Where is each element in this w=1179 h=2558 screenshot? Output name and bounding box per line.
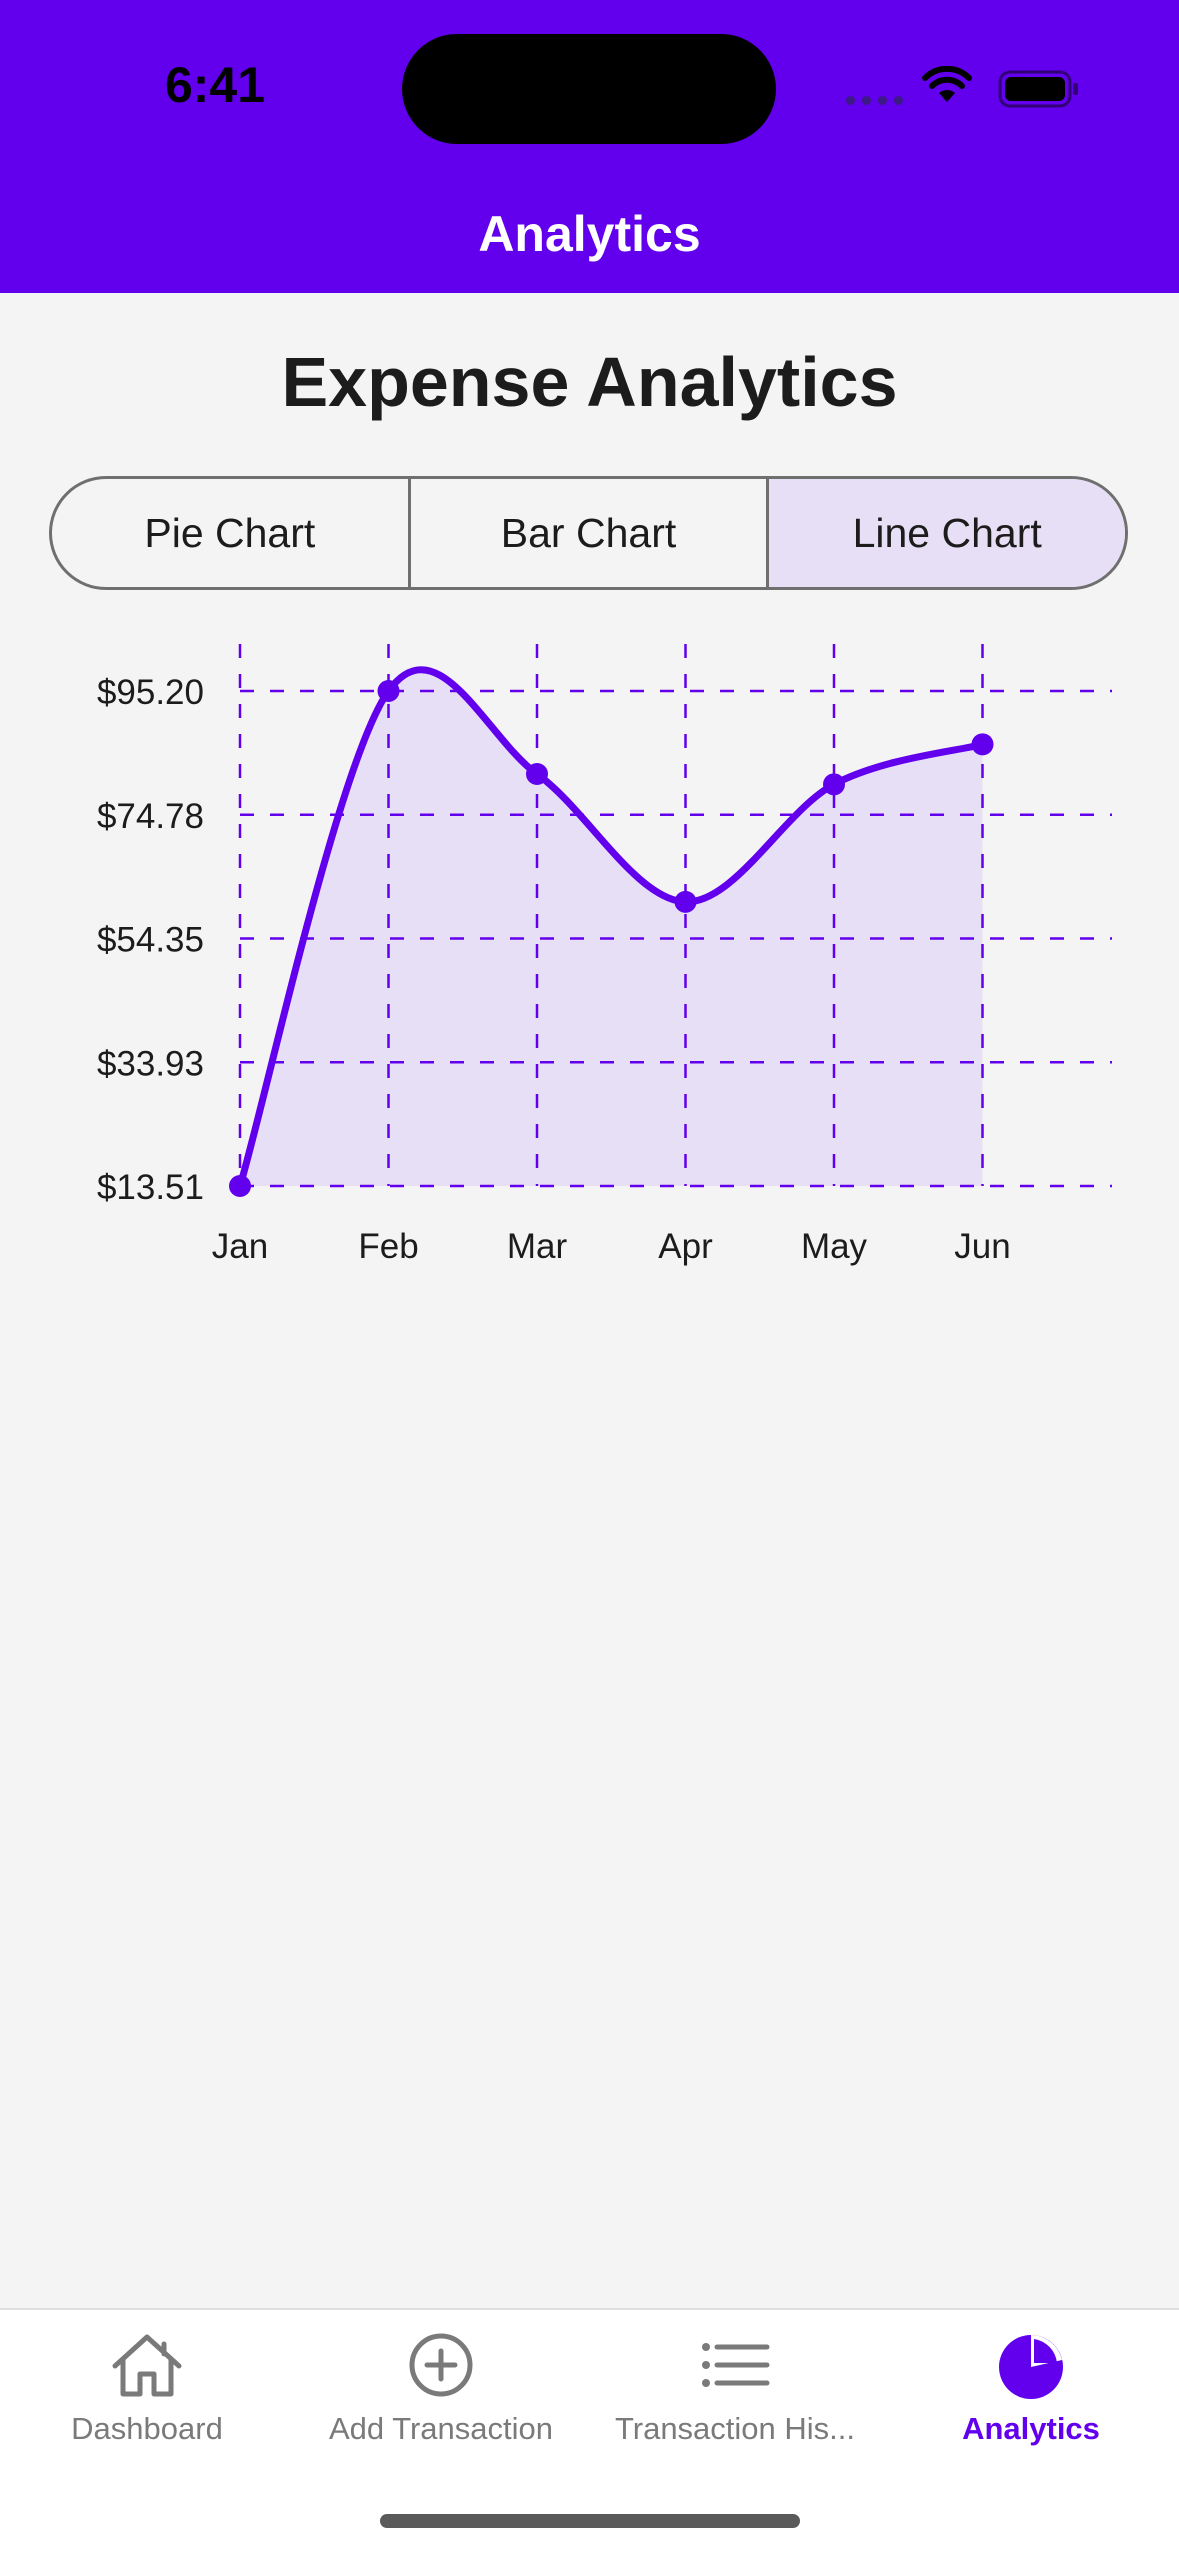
page-title: Expense Analytics (281, 343, 898, 421)
x-tick-label: Apr (658, 1227, 713, 1266)
pie-chart-icon (999, 2335, 1063, 2399)
x-tick-label: Feb (358, 1227, 418, 1266)
home-indicator (380, 2514, 800, 2528)
tab-dashboard[interactable]: Dashboard (0, 2330, 294, 2447)
data-point (229, 1175, 251, 1197)
y-tick-label: $13.51 (97, 1168, 204, 1207)
status-time: 6:41 (164, 57, 266, 113)
x-tick-label: Jun (954, 1227, 1010, 1266)
data-point (823, 773, 845, 796)
house-icon (112, 2334, 182, 2397)
x-tick-label: May (801, 1227, 868, 1266)
bar-chart-tab[interactable]: Bar Chart (411, 479, 770, 587)
tab-analytics-label: Analytics (962, 2411, 1100, 2446)
tab-add-transaction[interactable]: Add Transaction (294, 2330, 588, 2447)
tab-add-transaction-label: Add Transaction (328, 2411, 554, 2446)
tab-transaction-history[interactable]: Transaction His... (588, 2330, 882, 2447)
app-header: 6:41 Analytics (0, 0, 1179, 293)
y-tick-label: $95.20 (97, 673, 204, 712)
x-tick-label: Jan (212, 1227, 268, 1266)
chart-type-selector: Pie Chart Bar Chart Line Chart (49, 476, 1128, 590)
data-point (971, 733, 994, 756)
list-icon (702, 2343, 770, 2387)
tab-analytics[interactable]: Analytics (884, 2330, 1178, 2447)
signal-icon (846, 96, 903, 105)
battery-icon (998, 70, 1078, 108)
header-title: Analytics (478, 206, 701, 262)
line-chart-tab[interactable]: Line Chart (769, 479, 1125, 587)
tab-transaction-history-label: Transaction His... (614, 2411, 856, 2446)
y-tick-label: $54.35 (97, 921, 204, 960)
data-point (674, 890, 697, 913)
x-tick-label: Mar (507, 1227, 568, 1266)
data-point (377, 680, 400, 702)
line-chart: $13.51 $33.93 $54.35 $74.78 $95.20 Jan Feb Mar A… (97, 644, 1112, 1266)
wifi-icon (922, 66, 972, 102)
plus-circle-icon (409, 2333, 473, 2397)
data-point (526, 763, 548, 786)
y-tick-label: $33.93 (97, 1044, 204, 1083)
dynamic-island (402, 34, 776, 144)
tab-dashboard-label: Dashboard (71, 2411, 223, 2446)
y-tick-label: $74.78 (97, 797, 204, 836)
pie-chart-tab[interactable]: Pie Chart (52, 479, 411, 587)
line-area-fill (240, 669, 983, 1186)
